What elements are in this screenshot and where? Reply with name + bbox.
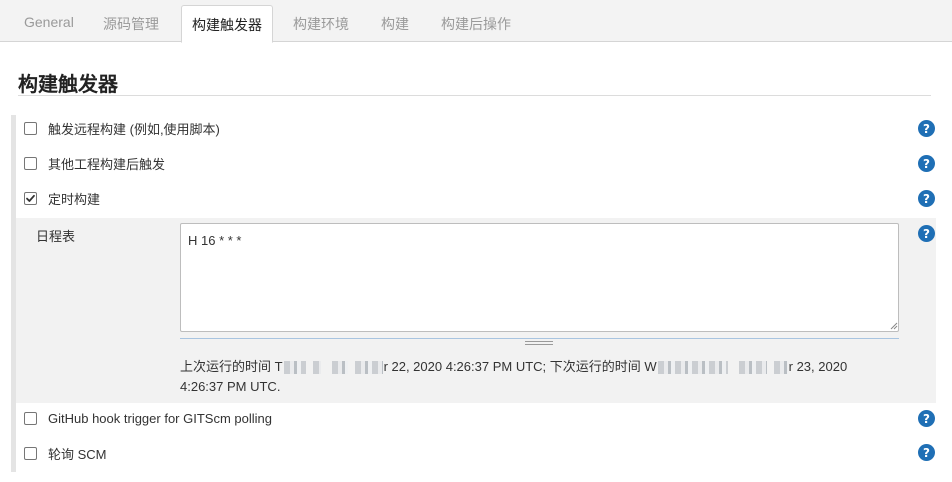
help-icon[interactable]: ? [918, 155, 935, 172]
last-run-suffix: r 22, 2020 4:26:37 PM UTC; 下次运行的时间 W [383, 359, 657, 374]
tab-source-management[interactable]: 源码管理 [103, 14, 159, 34]
help-icon[interactable]: ? [918, 410, 935, 427]
trigger-remote-build[interactable]: 触发远程构建 (例如,使用脚本) [24, 118, 220, 138]
tab-post-build-actions[interactable]: 构建后操作 [441, 14, 511, 34]
redacted-text [331, 361, 348, 375]
redacted-text [312, 361, 321, 375]
remote-build-checkbox[interactable] [24, 121, 37, 135]
section-divider [18, 95, 931, 96]
poll-scm-checkbox[interactable] [24, 446, 37, 460]
redacted-text [657, 361, 728, 375]
tab-build-environment[interactable]: 构建环境 [293, 14, 349, 34]
trigger-github-hook[interactable]: GitHub hook trigger for GITScm polling [24, 408, 272, 428]
last-run-prefix: 上次运行的时间 T [180, 359, 283, 374]
section-title: 构建触发器 [18, 74, 118, 96]
redacted-text [283, 361, 306, 375]
poll-scm-label: 轮询 SCM [48, 446, 107, 462]
build-periodically-label: 定时构建 [48, 191, 101, 207]
help-icon[interactable]: ? [918, 444, 935, 461]
trigger-build-periodically[interactable]: 定时构建 [24, 188, 100, 208]
checkmark-icon [26, 194, 35, 202]
resize-grip-icon[interactable] [888, 320, 898, 330]
after-other-projects-checkbox[interactable] [24, 156, 37, 170]
textarea-expander[interactable] [180, 338, 899, 346]
redacted-text [354, 361, 383, 375]
tab-general[interactable]: General [24, 14, 74, 30]
redacted-text [773, 361, 788, 375]
remote-build-label: 触发远程构建 (例如,使用脚本) [48, 121, 220, 137]
expander-handle-icon [525, 341, 553, 345]
github-hook-checkbox[interactable] [24, 411, 37, 425]
schedule-label: 日程表 [36, 229, 76, 244]
trigger-poll-scm[interactable]: 轮询 SCM [24, 443, 107, 463]
after-other-projects-label: 其他工程构建后触发 [48, 156, 166, 172]
redacted-text [738, 361, 767, 375]
run-info-line-1: 上次运行的时间 T r 22, 2020 4:26:37 PM UTC; 下次运行… [180, 357, 900, 377]
tab-bar: General 源码管理 构建触发器 构建环境 构建 构建后操作 [0, 0, 952, 43]
tab-build-triggers[interactable]: 构建触发器 [181, 5, 273, 43]
schedule-run-info: 上次运行的时间 T r 22, 2020 4:26:37 PM UTC; 下次运行… [180, 357, 900, 397]
trigger-after-other-projects[interactable]: 其他工程构建后触发 [24, 153, 165, 173]
github-hook-label: GitHub hook trigger for GITScm polling [48, 410, 272, 426]
help-icon[interactable]: ? [918, 190, 935, 207]
schedule-input[interactable]: H 16 * * * [180, 223, 899, 332]
next-run-suffix: r 23, 2020 [788, 359, 848, 374]
help-icon[interactable]: ? [918, 120, 935, 137]
tab-build[interactable]: 构建 [381, 14, 409, 34]
run-info-line-2: 4:26:37 PM UTC. [180, 379, 281, 394]
build-periodically-checkbox[interactable] [24, 191, 37, 205]
help-icon[interactable]: ? [918, 225, 935, 242]
